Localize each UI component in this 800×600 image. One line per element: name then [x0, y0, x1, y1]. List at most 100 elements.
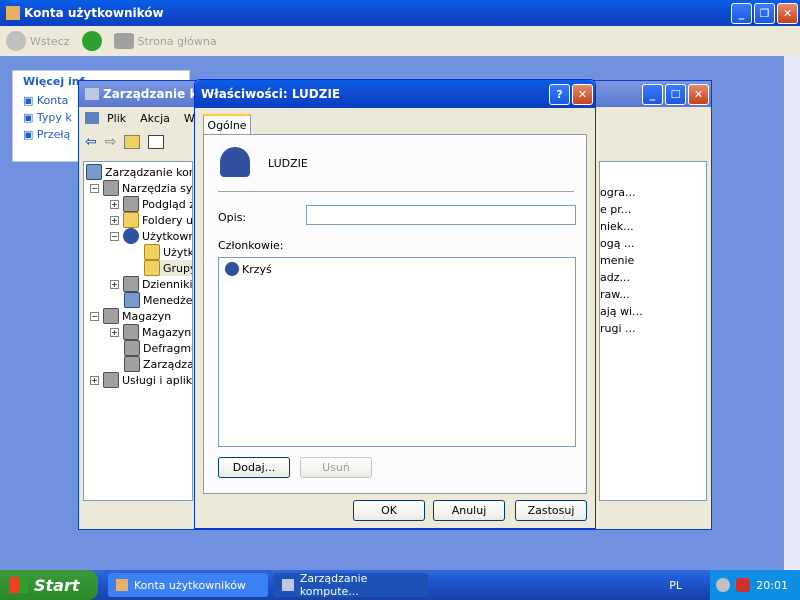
removable-storage-icon — [123, 324, 139, 340]
folder-icon — [123, 212, 139, 228]
up-folder-icon[interactable] — [124, 135, 141, 149]
window-icon — [6, 6, 20, 20]
dialog-titlebar[interactable]: Właściwości: LUDZIE ? ✕ — [195, 80, 595, 108]
tools-icon — [103, 180, 119, 196]
members-list[interactable]: Krzyś — [218, 257, 576, 447]
dialog-title: Właściwości: LUDZIE — [201, 87, 341, 101]
expand-icon[interactable]: + — [110, 215, 119, 225]
scrollbar[interactable] — [784, 56, 800, 570]
description-label: Opis: — [218, 211, 247, 224]
tree-item-users[interactable]: − Użytkowni — [110, 228, 192, 244]
apply-button[interactable]: Zastosuj — [515, 500, 587, 521]
show-tree-icon[interactable] — [148, 135, 165, 149]
expand-icon[interactable]: + — [110, 199, 119, 209]
tree-item-defrag[interactable]: Defragment — [124, 340, 192, 356]
list-cell: ają wi... — [600, 305, 643, 318]
menu-action[interactable]: Akcja — [140, 112, 170, 125]
logs-icon — [123, 276, 139, 292]
expand-icon[interactable]: + — [110, 327, 119, 337]
tree-item-logs[interactable]: +Dzienniki w — [110, 276, 192, 292]
nav-bar: Wstecz Strona główna — [0, 26, 800, 56]
taskbar: Start Konta użytkowników Zarządzanie kom… — [0, 570, 800, 600]
users-app-icon — [116, 579, 128, 591]
expand-icon[interactable]: + — [90, 375, 99, 385]
services-icon — [103, 372, 119, 388]
cm-maximize-button[interactable]: ☐ — [665, 83, 686, 105]
clock: 20:01 — [756, 578, 788, 592]
cm-title: Zarządzanie ko — [103, 87, 206, 101]
windows-logo-icon — [10, 577, 28, 593]
list-pane: ogra... e pr... niek... ogą ... menie ad… — [599, 161, 707, 501]
tab-general[interactable]: Ogólne — [203, 114, 251, 134]
add-button[interactable]: Dodaj... — [218, 457, 290, 478]
cancel-button[interactable]: Anuluj — [433, 500, 505, 521]
taskbar-item-cm[interactable]: Zarządzanie kompute... — [274, 572, 428, 598]
tree-item-removable[interactable]: +Magazyn w — [110, 324, 192, 340]
tree-item-groups[interactable]: Grupy — [144, 260, 192, 276]
collapse-icon[interactable]: − — [90, 311, 99, 321]
restore-button[interactable]: ❐ — [754, 2, 775, 24]
ok-button[interactable]: OK — [353, 500, 425, 521]
storage-icon — [103, 308, 119, 324]
cm-minimize-button[interactable]: _ — [642, 83, 663, 105]
list-cell: rugi ... — [600, 322, 636, 335]
bg-window-title: Konta użytkowników — [24, 6, 164, 20]
tree-item-device-manager[interactable]: Menedżer — [124, 292, 192, 308]
list-cell: ogą ... — [600, 237, 635, 250]
expand-icon[interactable]: + — [110, 279, 119, 289]
forward-arrow-icon[interactable]: ⇨ — [105, 134, 117, 150]
system-tray: 20:01 — [710, 570, 800, 600]
folder-icon — [144, 244, 160, 260]
tree-item-tools[interactable]: −Narzędzia syst — [90, 180, 192, 196]
tree-item-shared-folders[interactable]: +Foldery ud — [110, 212, 192, 228]
cm-close-button[interactable]: ✕ — [688, 83, 709, 105]
list-cell: ogra... — [600, 186, 636, 199]
start-button[interactable]: Start — [0, 570, 98, 600]
computer-icon — [282, 579, 294, 591]
tree-item-events[interactable]: +Podgląd zd — [110, 196, 192, 212]
collapse-icon[interactable]: − — [90, 183, 99, 193]
users-icon — [123, 228, 139, 244]
list-item[interactable]: Krzyś — [225, 262, 272, 276]
computer-icon — [85, 88, 99, 100]
event-viewer-icon — [123, 196, 139, 212]
properties-dialog: Właściwości: LUDZIE ? ✕ Ogólne LUDZIE Op… — [194, 79, 596, 529]
menu-file[interactable]: Plik — [107, 112, 126, 125]
taskbar-item-users[interactable]: Konta użytkowników — [108, 573, 268, 597]
tree-pane: Zarządzanie kompu −Narzędzia syst +Podgl… — [83, 161, 193, 501]
device-manager-icon — [124, 292, 140, 308]
description-field[interactable] — [306, 205, 576, 225]
folder-open-icon — [144, 260, 160, 276]
list-cell: raw... — [600, 288, 630, 301]
tree-item-disk-management[interactable]: Zarządzan — [124, 356, 192, 372]
back-icon[interactable] — [6, 31, 26, 51]
home-icon[interactable] — [113, 33, 134, 49]
minimize-button[interactable]: _ — [731, 2, 752, 24]
tree-item-users-folder[interactable]: Użytk — [144, 244, 192, 260]
home-label[interactable]: Strona główna — [138, 35, 217, 48]
divider — [218, 191, 574, 192]
volume-icon[interactable] — [716, 578, 731, 592]
language-indicator[interactable]: PL — [669, 579, 682, 592]
list-cell: e pr... — [600, 203, 632, 216]
back-label[interactable]: Wstecz — [30, 35, 70, 48]
forward-icon[interactable] — [81, 31, 102, 51]
group-name: LUDZIE — [268, 157, 308, 170]
tree-item-services[interactable]: +Usługi i aplikac — [90, 372, 192, 388]
back-arrow-icon[interactable]: ⇦ — [85, 134, 97, 150]
tab-panel: LUDZIE Opis: Członkowie: Krzyś Dodaj... … — [203, 134, 587, 494]
remove-button[interactable]: Usuń — [300, 457, 372, 478]
dialog-close-button[interactable]: ✕ — [572, 83, 593, 105]
disk-management-icon — [124, 356, 140, 372]
collapse-icon[interactable]: − — [110, 231, 119, 241]
close-button[interactable]: ✕ — [777, 2, 798, 24]
security-shield-icon[interactable] — [736, 578, 751, 592]
tree-item-storage[interactable]: − Magazyn — [90, 308, 171, 324]
members-label: Członkowie: — [218, 239, 284, 252]
computer-icon — [86, 164, 102, 180]
help-button[interactable]: ? — [549, 83, 570, 105]
tab-general-label[interactable]: Ogólne — [207, 119, 246, 132]
defrag-icon — [124, 340, 140, 356]
bg-window-titlebar[interactable]: Konta użytkowników _ ❐ ✕ — [0, 0, 800, 26]
tree-item-root[interactable]: Zarządzanie kompu — [86, 164, 192, 180]
